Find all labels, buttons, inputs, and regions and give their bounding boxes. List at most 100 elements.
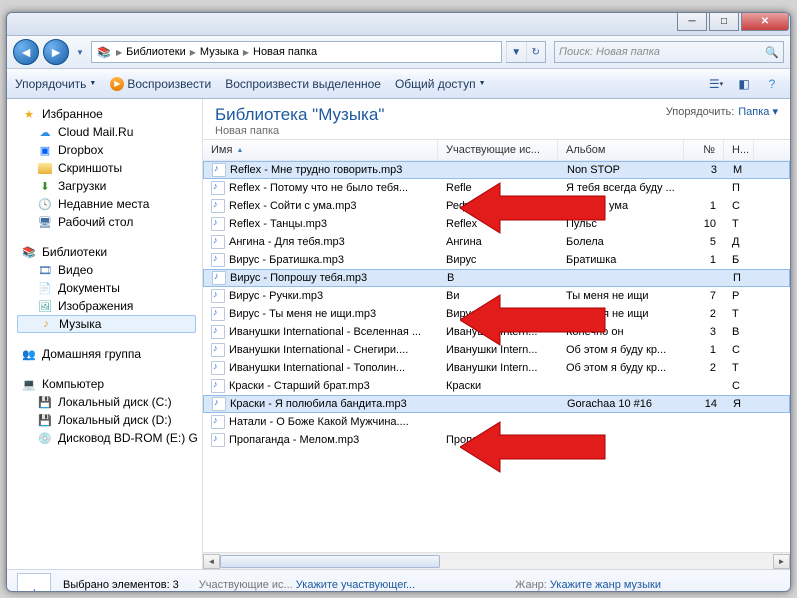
- forward-button[interactable]: ►: [43, 39, 69, 65]
- file-album: Gorachaa 10 #16: [559, 398, 685, 410]
- file-artist: Иванушки Intern...: [438, 344, 558, 356]
- disk-icon: 💾: [37, 413, 53, 427]
- file-extra: С: [724, 200, 754, 212]
- file-extra: П: [724, 182, 754, 194]
- file-tracknum: 14: [685, 398, 725, 410]
- file-extra: Б: [724, 254, 754, 266]
- arrange-dropdown[interactable]: Папка ▾: [738, 105, 778, 118]
- refresh-button[interactable]: ↻: [526, 42, 546, 62]
- scroll-right-button[interactable]: ►: [773, 554, 790, 569]
- close-button[interactable]: ✕: [741, 13, 789, 31]
- back-button[interactable]: ◄: [13, 39, 39, 65]
- sidebar-item-bdrom[interactable]: 💿Дисковод BD-ROM (E:) G: [17, 429, 202, 447]
- file-album: Ты меня не ищи: [558, 308, 684, 320]
- file-row[interactable]: Вирус - Ручки.mp3ВиТы меня не ищи7Р: [203, 287, 790, 305]
- file-row[interactable]: Reflex - Сойти с ума.mp3РефлексСойти с у…: [203, 197, 790, 215]
- search-icon: 🔍: [765, 46, 779, 59]
- view-options-button[interactable]: ☰▾: [706, 74, 726, 94]
- file-row[interactable]: Reflex - Потому что не было тебя...Refle…: [203, 179, 790, 197]
- column-artist[interactable]: Участвующие ис...: [438, 140, 558, 160]
- file-extra: Т: [724, 308, 754, 320]
- file-row[interactable]: Краски - Я полюбила бандита.mp3Gorachaa …: [203, 395, 790, 413]
- sidebar-item-screenshots[interactable]: Скриншоты: [17, 159, 202, 177]
- sidebar-item-video[interactable]: 🎞Видео: [17, 261, 202, 279]
- bdrom-icon: 💿: [37, 431, 53, 445]
- file-extra: С: [724, 380, 754, 392]
- sidebar-item-disk-d[interactable]: 💾Локальный диск (D:): [17, 411, 202, 429]
- file-artist: Иванушки Intern...: [438, 362, 558, 374]
- scroll-left-button[interactable]: ◄: [203, 554, 220, 569]
- file-row[interactable]: Пропаганда - Мелом.mp3ПропагандаДетки: [203, 431, 790, 449]
- minimize-button[interactable]: ─: [677, 13, 707, 31]
- mp3-file-icon: [212, 397, 226, 411]
- mp3-file-icon: [211, 307, 225, 321]
- help-button[interactable]: ?: [762, 74, 782, 94]
- file-row[interactable]: Натали - О Боже Какой Мужчина....: [203, 413, 790, 431]
- breadcrumb[interactable]: Новая папка: [253, 46, 317, 58]
- sidebar-item-images[interactable]: 🖼Изображения: [17, 297, 202, 315]
- sidebar-libraries[interactable]: 📚Библиотеки: [17, 243, 202, 261]
- sidebar-item-music[interactable]: ♪Музыка: [17, 315, 196, 333]
- sidebar-item-disk-c[interactable]: 💾Локальный диск (C:): [17, 393, 202, 411]
- address-bar[interactable]: 📚 ▶ Библиотеки ▶ Музыка ▶ Новая папка: [91, 41, 502, 63]
- file-artist: Рефлекс: [438, 200, 558, 212]
- file-tracknum: 1: [684, 344, 724, 356]
- column-number[interactable]: №: [684, 140, 724, 160]
- address-dropdown[interactable]: ▼: [506, 42, 526, 62]
- file-row[interactable]: Ангина - Для тебя.mp3АнгинаБолела5Д: [203, 233, 790, 251]
- file-row[interactable]: Вирус - Братишка.mp3ВирусБратишка1Б: [203, 251, 790, 269]
- nav-history-dropdown[interactable]: ▼: [73, 42, 87, 62]
- file-row[interactable]: Reflex - Мне трудно говорить.mp3Non STOP…: [203, 161, 790, 179]
- status-artist-value[interactable]: Укажите участвующег...: [296, 579, 415, 591]
- file-row[interactable]: Вирус - Ты меня не ищи.mp3ВирусТы меня н…: [203, 305, 790, 323]
- column-name[interactable]: Имя▲: [203, 140, 438, 160]
- file-name: Reflex - Потому что не было тебя...: [229, 182, 408, 194]
- file-row[interactable]: Иванушки International - Снегири....Иван…: [203, 341, 790, 359]
- video-icon: 🎞: [37, 263, 53, 277]
- play-button[interactable]: ▶Воспроизвести: [110, 77, 211, 91]
- file-name: Вирус - Братишка.mp3: [229, 254, 344, 266]
- column-extra[interactable]: Н...: [724, 140, 754, 160]
- sidebar-computer[interactable]: 💻Компьютер: [17, 375, 202, 393]
- sidebar-item-desktop[interactable]: 🖥Рабочий стол: [17, 213, 202, 231]
- file-tracknum: 1: [684, 200, 724, 212]
- navbar: ◄ ► ▼ 📚 ▶ Библиотеки ▶ Музыка ▶ Новая па…: [7, 36, 790, 69]
- file-row[interactable]: Reflex - Танцы.mp3ReflexПульс10Т: [203, 215, 790, 233]
- column-album[interactable]: Альбом: [558, 140, 684, 160]
- mp3-file-icon: [211, 181, 225, 195]
- play-selection-button[interactable]: Воспроизвести выделенное: [225, 77, 381, 91]
- organize-menu[interactable]: Упорядочить▼: [15, 77, 96, 91]
- file-name: Иванушки International - Тополин...: [229, 362, 405, 374]
- library-icon: 📚: [21, 245, 37, 259]
- file-row[interactable]: Иванушки International - Тополин... Ивану…: [203, 359, 790, 377]
- search-input[interactable]: Поиск: Новая папка 🔍: [554, 41, 784, 63]
- download-icon: ⬇: [37, 179, 53, 193]
- sidebar-item-dropbox[interactable]: ▣Dropbox: [17, 141, 202, 159]
- scrollbar-thumb[interactable]: [220, 555, 440, 568]
- sidebar-favorites[interactable]: ★Избранное: [17, 105, 202, 123]
- breadcrumb[interactable]: Библиотеки: [126, 46, 186, 58]
- sidebar-item-downloads[interactable]: ⬇Загрузки: [17, 177, 202, 195]
- preview-pane-button[interactable]: ◧: [734, 74, 754, 94]
- horizontal-scrollbar[interactable]: ◄ ►: [203, 552, 790, 569]
- share-menu[interactable]: Общий доступ▼: [395, 77, 486, 91]
- sidebar-homegroup[interactable]: 👥Домашняя группа: [17, 345, 202, 363]
- file-row[interactable]: Вирус - Попрошу тебя.mp3ВП: [203, 269, 790, 287]
- file-list[interactable]: Reflex - Мне трудно говорить.mp3Non STOP…: [203, 161, 790, 552]
- titlebar: ─ □ ✕: [7, 13, 790, 36]
- sort-asc-icon: ▲: [236, 147, 243, 154]
- file-row[interactable]: Иванушки International - Вселенная ...Ив…: [203, 323, 790, 341]
- status-genre-value[interactable]: Укажите жанр музыки: [550, 579, 661, 591]
- file-artist: Краски: [438, 380, 558, 392]
- sidebar-item-cloudmail[interactable]: ☁Cloud Mail.Ru: [17, 123, 202, 141]
- file-name: Вирус - Ручки.mp3: [229, 290, 323, 302]
- mp3-file-icon: [211, 325, 225, 339]
- breadcrumb[interactable]: Музыка: [200, 46, 239, 58]
- maximize-button[interactable]: □: [709, 13, 739, 31]
- mp3-file-icon: [211, 235, 225, 249]
- file-row[interactable]: Краски - Старший брат.mp3КраскиС: [203, 377, 790, 395]
- mp3-icon: ♪MP3: [17, 573, 51, 593]
- sidebar-item-recent[interactable]: 🕓Недавние места: [17, 195, 202, 213]
- sidebar-item-documents[interactable]: 📄Документы: [17, 279, 202, 297]
- file-album: Братишка: [558, 254, 684, 266]
